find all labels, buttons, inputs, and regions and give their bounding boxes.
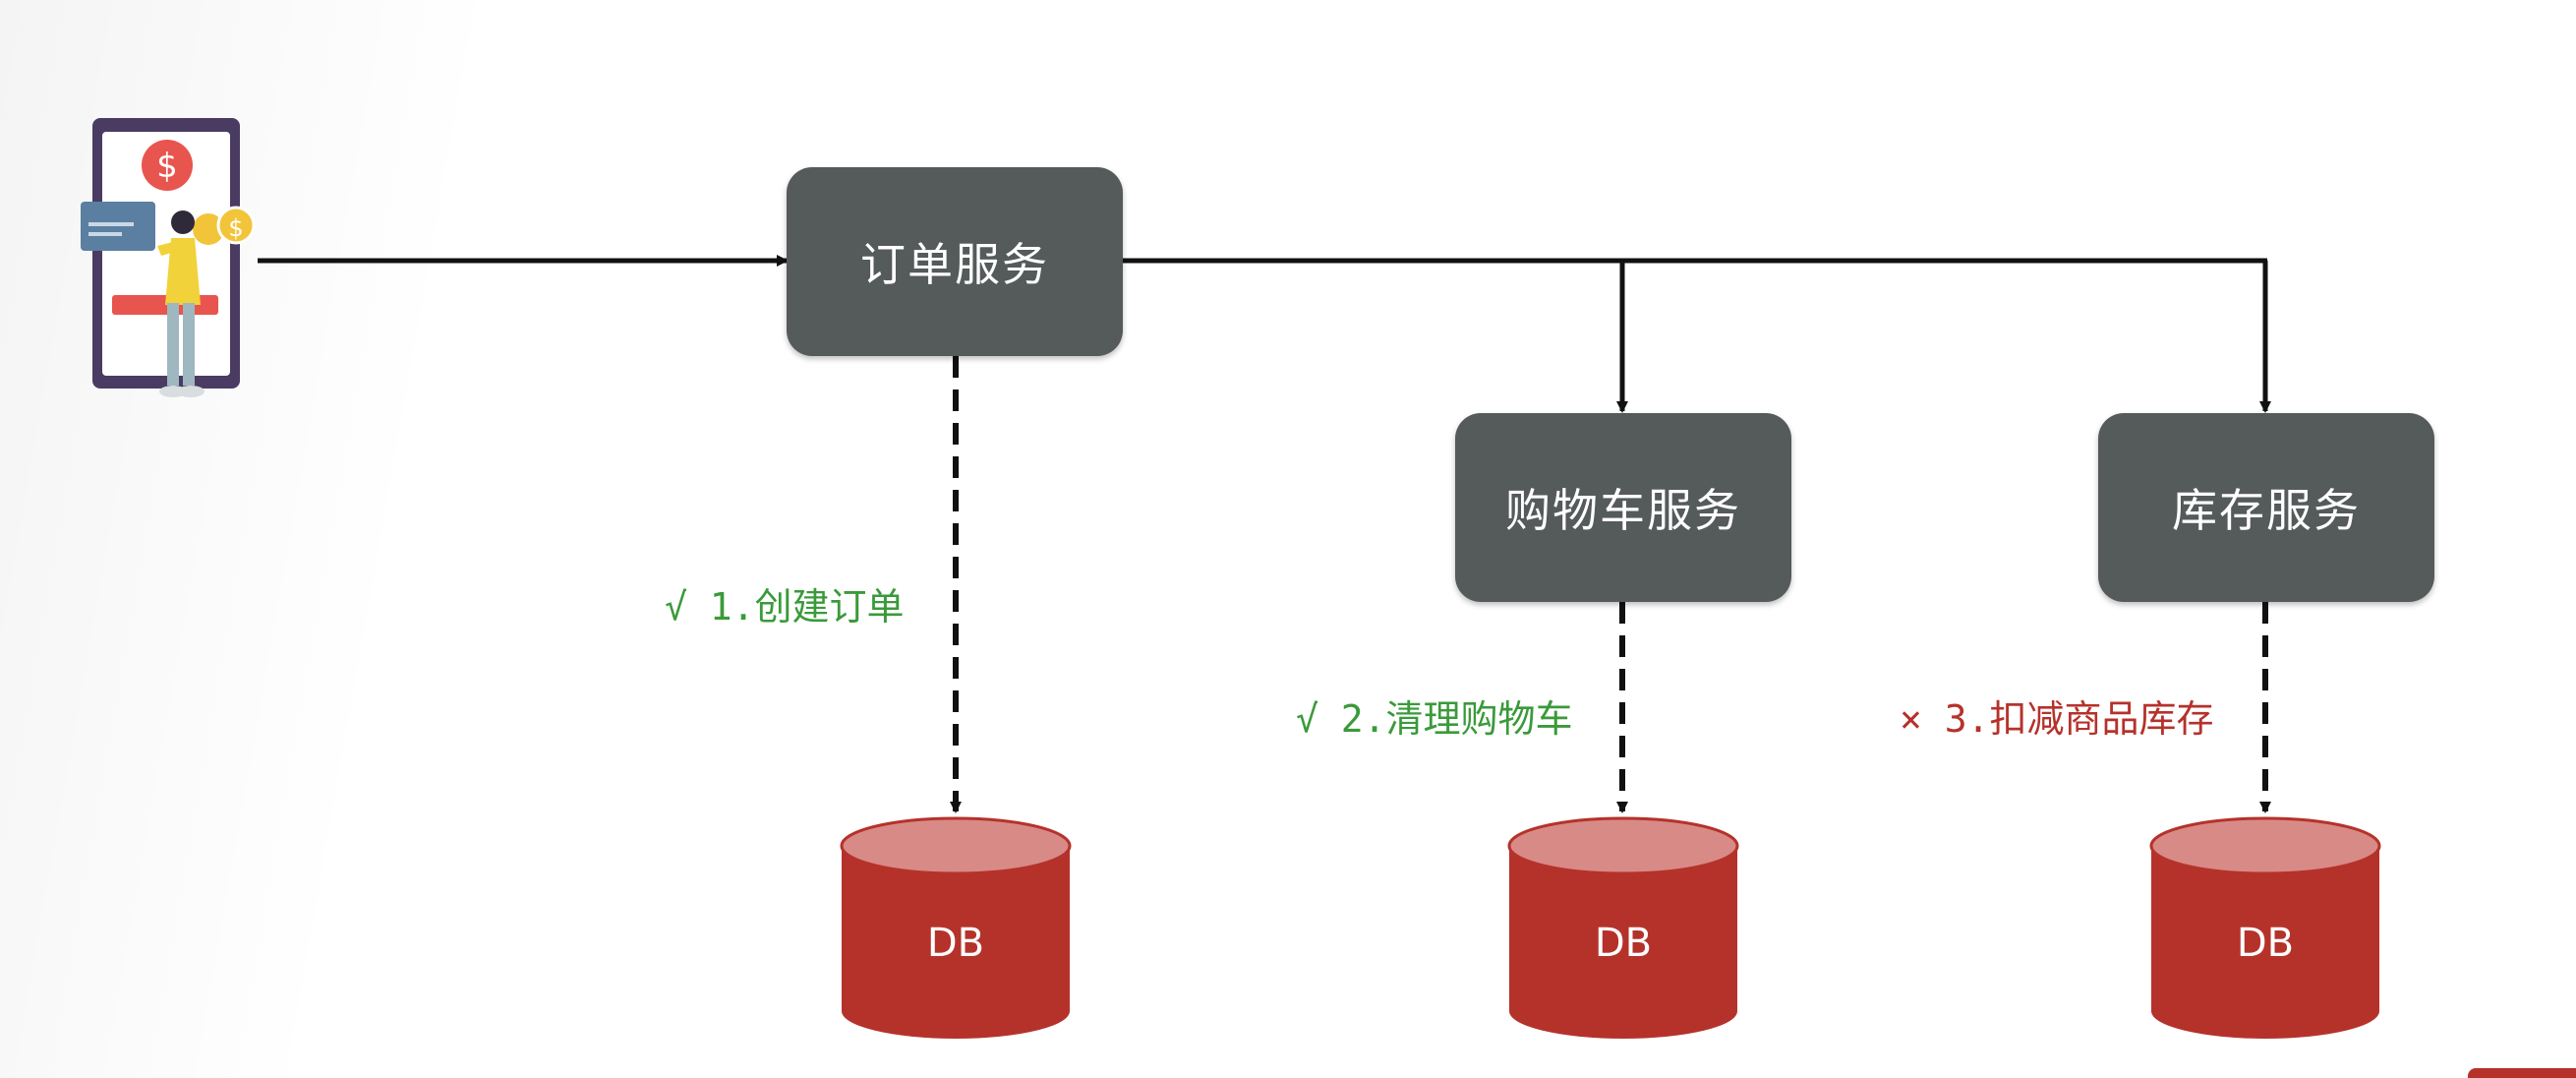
svg-text:$: $ bbox=[156, 147, 178, 186]
inventory-service-label: 库存服务 bbox=[2172, 484, 2361, 537]
step-deduct-inventory: × 3.扣减商品库存 bbox=[1900, 689, 2214, 743]
success-check-icon: √ bbox=[665, 585, 687, 629]
step-text: 1.创建订单 bbox=[709, 585, 905, 629]
success-check-icon: √ bbox=[1296, 697, 1318, 741]
cart-service-node: 购物车服务 bbox=[1455, 413, 1791, 602]
step-text: 3.扣减商品库存 bbox=[1944, 697, 2214, 741]
mobile-payment-user-icon: $ $ bbox=[81, 118, 256, 397]
step-clear-cart: √ 2.清理购物车 bbox=[1296, 689, 1573, 743]
db-label-inventory: DB bbox=[2236, 921, 2295, 966]
svg-text:$: $ bbox=[228, 214, 243, 242]
db-label-cart: DB bbox=[1594, 921, 1653, 966]
corner-tab bbox=[2468, 1068, 2576, 1078]
failure-cross-icon: × bbox=[1900, 697, 1922, 741]
step-create-order: √ 1.创建订单 bbox=[665, 576, 905, 630]
order-service-label: 订单服务 bbox=[860, 238, 1049, 291]
step-text: 2.清理购物车 bbox=[1340, 697, 1573, 741]
cart-service-label: 购物车服务 bbox=[1505, 484, 1741, 537]
db-label-order: DB bbox=[926, 921, 985, 966]
order-service-node: 订单服务 bbox=[787, 167, 1123, 356]
diagram-canvas: $ $ 订单服务 购物车服务 库存服务 √ 1.创建订单 √ 2.清理购物车 ×… bbox=[0, 0, 2576, 1078]
inventory-service-node: 库存服务 bbox=[2098, 413, 2434, 602]
